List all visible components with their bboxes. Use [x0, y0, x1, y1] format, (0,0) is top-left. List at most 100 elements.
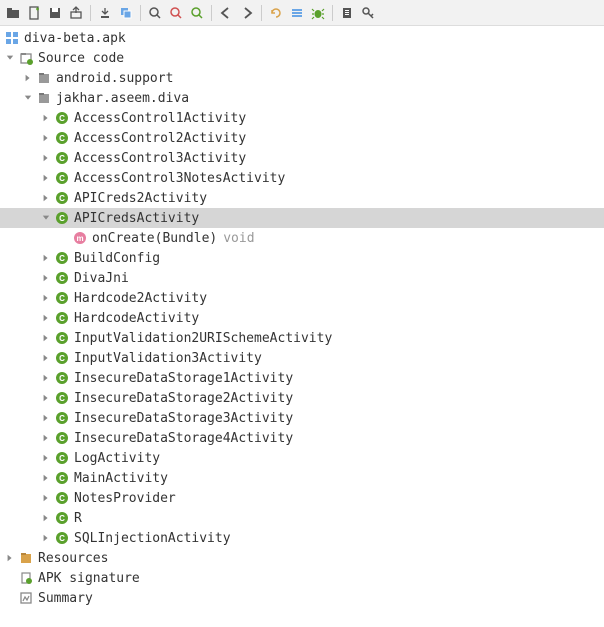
tree-row[interactable]: HardcodeActivity [0, 308, 604, 328]
source-icon [18, 50, 34, 66]
chevron-right-icon[interactable] [40, 392, 52, 404]
tree-label: AccessControl1Activity [74, 111, 246, 126]
tree-row[interactable]: APICreds2Activity [0, 188, 604, 208]
chevron-right-icon[interactable] [40, 252, 52, 264]
tree-row[interactable]: InputValidation3Activity [0, 348, 604, 368]
chevron-right-icon [4, 592, 16, 604]
tree-row[interactable]: AccessControl2Activity [0, 128, 604, 148]
tree-row[interactable]: NotesProvider [0, 488, 604, 508]
log-icon[interactable] [338, 4, 356, 22]
chevron-right-icon[interactable] [40, 452, 52, 464]
package-icon [36, 90, 52, 106]
tree-row[interactable]: SQLInjectionActivity [0, 528, 604, 548]
chevron-right-icon[interactable] [22, 72, 34, 84]
chevron-down-icon[interactable] [4, 52, 16, 64]
chevron-down-icon[interactable] [22, 92, 34, 104]
chevron-right-icon[interactable] [40, 112, 52, 124]
tree-row[interactable]: AccessControl3Activity [0, 148, 604, 168]
apk-icon [4, 30, 20, 46]
tree-label: Hardcode2Activity [74, 291, 207, 306]
tree-row[interactable]: InsecureDataStorage4Activity [0, 428, 604, 448]
tree-row[interactable]: BuildConfig [0, 248, 604, 268]
tree-row[interactable]: Summary [0, 588, 604, 608]
tree-row[interactable]: MainActivity [0, 468, 604, 488]
tree-row[interactable]: AccessControl3NotesActivity [0, 168, 604, 188]
tree-row[interactable]: onCreate(Bundle)void [0, 228, 604, 248]
save-icon[interactable] [46, 4, 64, 22]
arrow-right-icon[interactable] [238, 4, 256, 22]
tree-label: HardcodeActivity [74, 311, 199, 326]
method-icon [72, 230, 88, 246]
chevron-right-icon[interactable] [40, 272, 52, 284]
chevron-right-icon[interactable] [40, 472, 52, 484]
tree-label: Resources [38, 551, 108, 566]
chevron-right-icon[interactable] [40, 532, 52, 544]
copy-stack-icon[interactable] [117, 4, 135, 22]
tree-row[interactable]: AccessControl1Activity [0, 108, 604, 128]
chevron-right-icon[interactable] [40, 132, 52, 144]
class-icon [54, 290, 70, 306]
class-icon [54, 330, 70, 346]
chevron-right-icon[interactable] [40, 332, 52, 344]
class-icon [54, 110, 70, 126]
return-type: void [223, 231, 254, 246]
tree-row[interactable]: APK signature [0, 568, 604, 588]
tree-row[interactable]: diva-beta.apk [0, 28, 604, 48]
chevron-down-icon[interactable] [40, 212, 52, 224]
class-icon [54, 270, 70, 286]
chevron-right-icon[interactable] [40, 432, 52, 444]
class-icon [54, 430, 70, 446]
tree-row[interactable]: Resources [0, 548, 604, 568]
tree-label: APICreds2Activity [74, 191, 207, 206]
chevron-right-icon[interactable] [40, 352, 52, 364]
chevron-right-icon[interactable] [40, 492, 52, 504]
chevron-right-icon[interactable] [40, 292, 52, 304]
search-icon[interactable] [146, 4, 164, 22]
tree-label: InsecureDataStorage1Activity [74, 371, 293, 386]
class-icon [54, 490, 70, 506]
tree-label: jakhar.aseem.diva [56, 91, 189, 106]
class-icon [54, 410, 70, 426]
class-icon [54, 190, 70, 206]
chevron-right-icon[interactable] [4, 552, 16, 564]
chevron-right-icon[interactable] [40, 412, 52, 424]
chevron-right-icon[interactable] [40, 512, 52, 524]
tree-label: AccessControl2Activity [74, 131, 246, 146]
class-icon [54, 510, 70, 526]
chevron-right-icon[interactable] [40, 152, 52, 164]
tree-row[interactable]: APICredsActivity [0, 208, 604, 228]
tree-row[interactable]: InputValidation2URISchemeActivity [0, 328, 604, 348]
tree-row[interactable]: DivaJni [0, 268, 604, 288]
tree-label: InsecureDataStorage4Activity [74, 431, 293, 446]
tree-row[interactable]: jakhar.aseem.diva [0, 88, 604, 108]
search-forward-icon[interactable] [188, 4, 206, 22]
flat-icon[interactable] [288, 4, 306, 22]
step-over-icon[interactable] [96, 4, 114, 22]
class-icon [54, 350, 70, 366]
chevron-right-icon[interactable] [40, 192, 52, 204]
key-icon[interactable] [359, 4, 377, 22]
tree-row[interactable]: android.support [0, 68, 604, 88]
bug-icon[interactable] [309, 4, 327, 22]
tree-row[interactable]: InsecureDataStorage3Activity [0, 408, 604, 428]
open-folder-icon[interactable] [4, 4, 22, 22]
arrow-left-icon[interactable] [217, 4, 235, 22]
sync-icon[interactable] [267, 4, 285, 22]
export-icon[interactable] [67, 4, 85, 22]
tree-label: NotesProvider [74, 491, 176, 506]
tree-row[interactable]: InsecureDataStorage2Activity [0, 388, 604, 408]
tree-row[interactable]: Source code [0, 48, 604, 68]
toolbar-separator [332, 5, 333, 21]
chevron-right-icon[interactable] [40, 372, 52, 384]
tree-row[interactable]: InsecureDataStorage1Activity [0, 368, 604, 388]
tree-row[interactable]: R [0, 508, 604, 528]
tree-row[interactable]: Hardcode2Activity [0, 288, 604, 308]
class-icon [54, 390, 70, 406]
tree-row[interactable]: LogActivity [0, 448, 604, 468]
chevron-right-icon[interactable] [40, 172, 52, 184]
search-back-icon[interactable] [167, 4, 185, 22]
chevron-right-icon[interactable] [40, 312, 52, 324]
new-file-icon[interactable] [25, 4, 43, 22]
tree-label: BuildConfig [74, 251, 160, 266]
class-icon [54, 170, 70, 186]
